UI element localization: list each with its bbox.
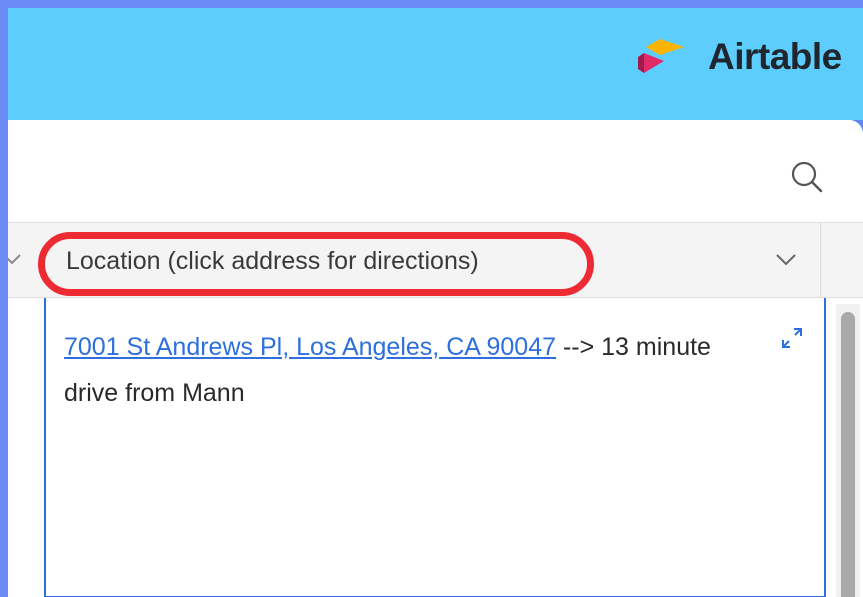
vertical-scrollbar[interactable] xyxy=(836,304,860,597)
cell-content: 7001 St Andrews Pl, Los Angeles, CA 9004… xyxy=(64,324,744,416)
airtable-logo[interactable]: Airtable xyxy=(638,32,842,82)
address-link[interactable]: 7001 St Andrews Pl, Los Angeles, CA 9004… xyxy=(64,333,556,361)
search-icon[interactable] xyxy=(790,160,824,194)
column-divider xyxy=(820,223,821,299)
chevron-down-icon[interactable] xyxy=(8,247,24,271)
expand-icon[interactable] xyxy=(780,326,804,350)
search-row xyxy=(8,120,863,222)
screenshot-frame: Airtable Location (click address for dir… xyxy=(0,0,863,597)
logo-text: Airtable xyxy=(708,36,842,77)
chevron-down-icon[interactable] xyxy=(774,251,798,269)
scrollbar-thumb[interactable] xyxy=(841,312,855,597)
location-cell[interactable]: 7001 St Andrews Pl, Los Angeles, CA 9004… xyxy=(44,298,826,597)
column-header-location[interactable]: Location (click address for directions) xyxy=(66,247,479,276)
airtable-logo-icon xyxy=(638,39,684,73)
column-header-row: Location (click address for directions) xyxy=(8,222,863,299)
top-bar: Airtable xyxy=(8,8,863,120)
main-panel: Location (click address for directions) … xyxy=(8,120,863,597)
